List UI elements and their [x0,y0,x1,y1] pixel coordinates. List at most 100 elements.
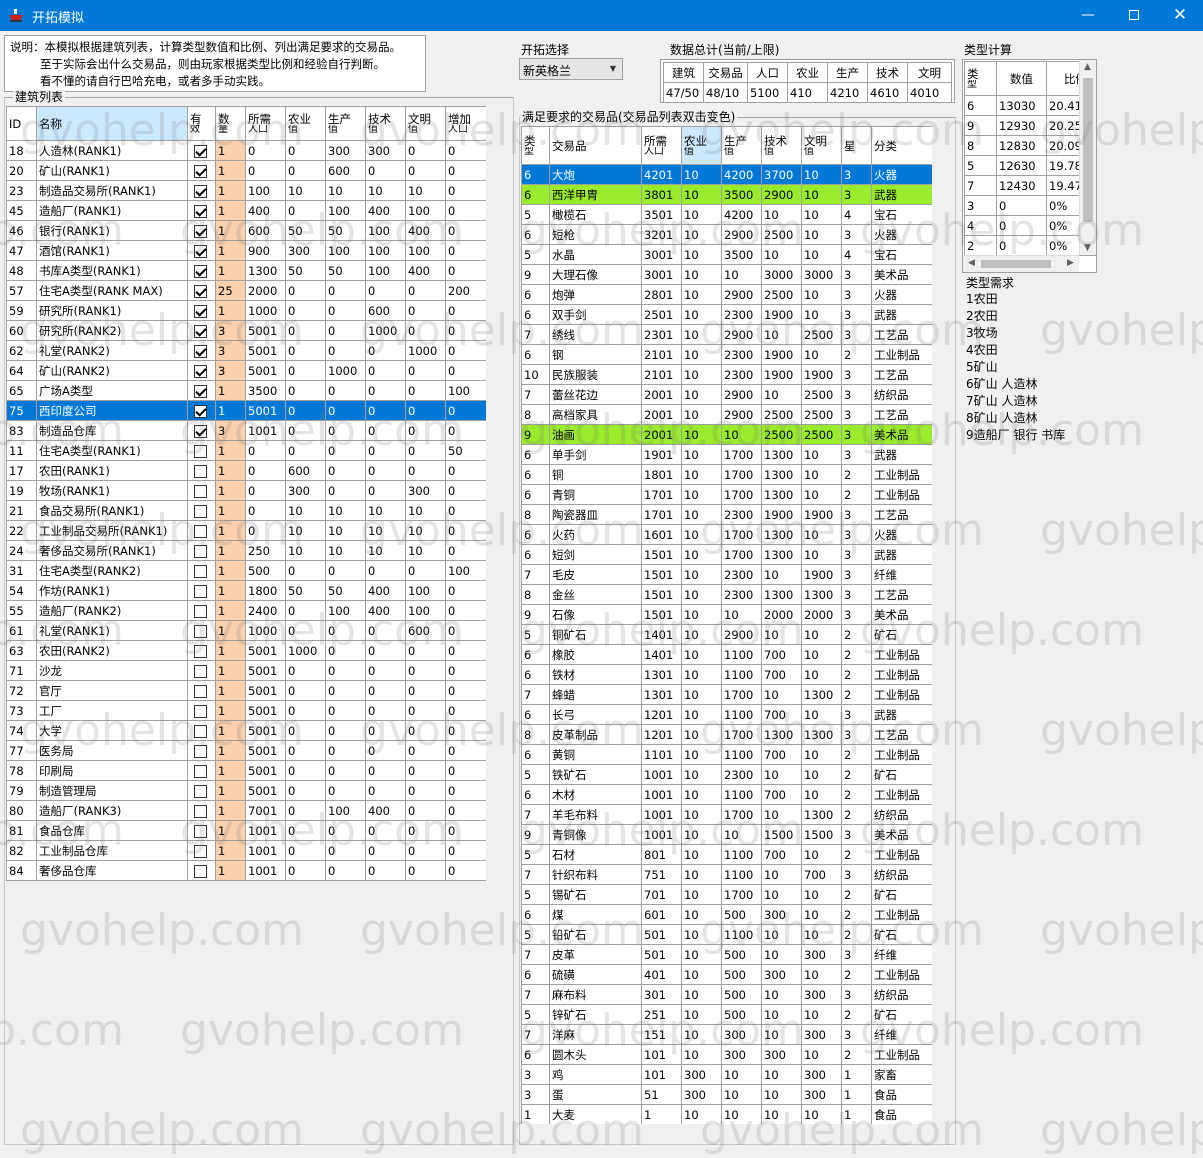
enabled-checkbox-cell[interactable] [187,500,216,521]
table-row[interactable]: 57 住宅A类型(RANK MAX) 25 2000 0 0 0 0 200 [6,280,486,301]
enabled-checkbox-cell[interactable] [187,140,216,161]
count-cell[interactable]: 1 [215,620,246,641]
enabled-checkbox[interactable] [194,744,207,758]
table-row[interactable]: 2 0 0% [964,235,1096,256]
table-row[interactable]: 6 短枪 3201 10 2900 2500 10 3 火器 [521,224,932,245]
table-row[interactable]: 8 皮革制品 1201 10 1700 1300 1300 3 工艺品 [521,724,932,745]
table-row[interactable]: 6 黄铜 1101 10 1100 700 10 2 工业制品 [521,744,932,765]
table-row[interactable]: 6 煤 601 10 500 300 10 2 工业制品 [521,904,932,925]
count-cell[interactable]: 3 [215,340,246,361]
table-row[interactable]: 6 青铜 1701 10 1700 1300 10 2 工业制品 [521,484,932,505]
column-header[interactable]: 有效 [187,106,216,141]
column-header[interactable]: 技术值 [365,106,406,141]
enabled-checkbox-cell[interactable] [187,340,216,361]
count-cell[interactable]: 1 [215,480,246,501]
table-row[interactable]: 7 毛皮 1501 10 2300 10 1900 3 纤维 [521,564,932,585]
count-cell[interactable]: 1 [215,600,246,621]
table-row[interactable]: 23 制造品交易所(RANK1) 1 100 10 10 10 10 0 [6,180,486,201]
enabled-checkbox[interactable] [194,504,207,518]
table-row[interactable]: 31 住宅A类型(RANK2) 1 500 0 0 0 0 100 [6,560,486,581]
table-row[interactable]: 83 制造品仓库 3 1001 0 0 0 0 0 [6,420,486,441]
title-bar[interactable]: 开拓模拟 — ✕ [0,0,1203,31]
enabled-checkbox-cell[interactable] [187,440,216,461]
table-row[interactable]: 7 针织布料 751 10 1100 10 700 3 纺织品 [521,864,932,885]
table-row[interactable]: 17 农田(RANK1) 1 0 600 0 0 0 0 [6,460,486,481]
enabled-checkbox-cell[interactable] [187,800,216,821]
table-row[interactable]: 6 木材 1001 10 1100 700 10 2 工业制品 [521,784,932,805]
enabled-checkbox[interactable] [194,664,207,678]
enabled-checkbox-cell[interactable] [187,180,216,201]
enabled-checkbox[interactable] [194,184,207,198]
enabled-checkbox[interactable] [194,864,207,878]
table-row[interactable]: 46 银行(RANK1) 1 600 50 50 100 400 0 [6,220,486,241]
minimize-button[interactable]: — [1065,0,1111,31]
column-header[interactable]: 增加 人口 [445,106,486,141]
table-row[interactable]: 6 长弓 1201 10 1100 700 10 3 武器 [521,704,932,725]
enabled-checkbox[interactable] [194,784,207,798]
enabled-checkbox-cell[interactable] [187,280,216,301]
table-row[interactable]: 6 13030 20.41% [964,95,1096,116]
enabled-checkbox-cell[interactable] [187,860,216,881]
table-row[interactable]: 74 大学 1 5001 0 0 0 0 0 [6,720,486,741]
enabled-checkbox[interactable] [194,304,207,318]
table-row[interactable]: 59 研究所(RANK1) 1 1000 0 0 600 0 0 [6,300,486,321]
count-cell[interactable]: 1 [215,640,246,661]
table-row[interactable]: 8 12830 20.09% [964,135,1096,156]
scroll-right-icon[interactable]: ▶ [1063,258,1078,268]
enabled-checkbox[interactable] [194,424,207,438]
count-cell[interactable]: 1 [215,800,246,821]
table-row[interactable]: 10 民族服装 2101 10 2300 1900 1900 3 工艺品 [521,364,932,385]
count-cell[interactable]: 1 [215,140,246,161]
enabled-checkbox-cell[interactable] [187,780,216,801]
column-header[interactable]: 农业值 [681,126,722,165]
table-row[interactable]: 64 矿山(RANK2) 3 5001 0 1000 0 0 0 [6,360,486,381]
count-cell[interactable]: 1 [215,200,246,221]
count-cell[interactable]: 1 [215,680,246,701]
count-cell[interactable]: 1 [215,660,246,681]
count-cell[interactable]: 1 [215,440,246,461]
enabled-checkbox-cell[interactable] [187,560,216,581]
enabled-checkbox[interactable] [194,544,207,558]
table-row[interactable]: 72 官厅 1 5001 0 0 0 0 0 [6,680,486,701]
table-row[interactable]: 6 短剑 1501 10 1700 1300 10 3 武器 [521,544,932,565]
enabled-checkbox[interactable] [194,444,207,458]
table-row[interactable]: 8 金丝 1501 10 2300 1300 1300 3 工艺品 [521,584,932,605]
table-row[interactable]: 6 单手剑 1901 10 1700 1300 10 3 武器 [521,444,932,465]
enabled-checkbox[interactable] [194,384,207,398]
enabled-checkbox[interactable] [194,684,207,698]
enabled-checkbox[interactable] [194,484,207,498]
count-cell[interactable]: 3 [215,420,246,441]
table-row[interactable]: 6 橡胶 1401 10 1100 700 10 2 工业制品 [521,644,932,665]
table-row[interactable]: 8 陶瓷器皿 1701 10 2300 1900 1900 3 工艺品 [521,504,932,525]
count-cell[interactable]: 1 [215,560,246,581]
enabled-checkbox-cell[interactable] [187,580,216,601]
count-cell[interactable]: 1 [215,780,246,801]
table-row[interactable]: 78 印刷局 1 5001 0 0 0 0 0 [6,760,486,781]
column-header[interactable]: 文明值 [801,126,842,165]
count-cell[interactable]: 1 [215,520,246,541]
count-cell[interactable]: 1 [215,540,246,561]
table-row[interactable]: 21 食品交易所(RANK1) 1 0 10 10 10 10 0 [6,500,486,521]
table-row[interactable]: 79 制造管理局 1 5001 0 0 0 0 0 [6,780,486,801]
table-row[interactable]: 60 研究所(RANK2) 3 5001 0 0 1000 0 0 [6,320,486,341]
count-cell[interactable]: 1 [215,700,246,721]
enabled-checkbox-cell[interactable] [187,400,216,421]
enabled-checkbox-cell[interactable] [187,820,216,841]
enabled-checkbox-cell[interactable] [187,420,216,441]
enabled-checkbox-cell[interactable] [187,700,216,721]
table-row[interactable]: 6 西洋甲胄 3801 10 3500 2900 10 3 武器 [521,184,932,205]
enabled-checkbox[interactable] [194,164,207,178]
table-row[interactable]: 47 酒馆(RANK1) 1 900 300 100 100 100 0 [6,240,486,261]
type-calc-horizontal-scrollbar[interactable]: ◀ ▶ [963,255,1079,272]
table-row[interactable]: 82 工业制品仓库 1 1001 0 0 0 0 0 [6,840,486,861]
count-cell[interactable]: 1 [215,760,246,781]
enabled-checkbox-cell[interactable] [187,160,216,181]
column-header[interactable]: 技术值 [761,126,802,165]
count-cell[interactable]: 1 [215,580,246,601]
column-header[interactable]: 生产值 [325,106,366,141]
table-row[interactable]: 73 工厂 1 5001 0 0 0 0 0 [6,700,486,721]
enabled-checkbox-cell[interactable] [187,300,216,321]
count-cell[interactable]: 1 [215,380,246,401]
table-row[interactable]: 5 铁矿石 1001 10 2300 10 10 2 矿石 [521,764,932,785]
table-row[interactable]: 18 人造林(RANK1) 1 0 0 300 300 0 0 [6,140,486,161]
